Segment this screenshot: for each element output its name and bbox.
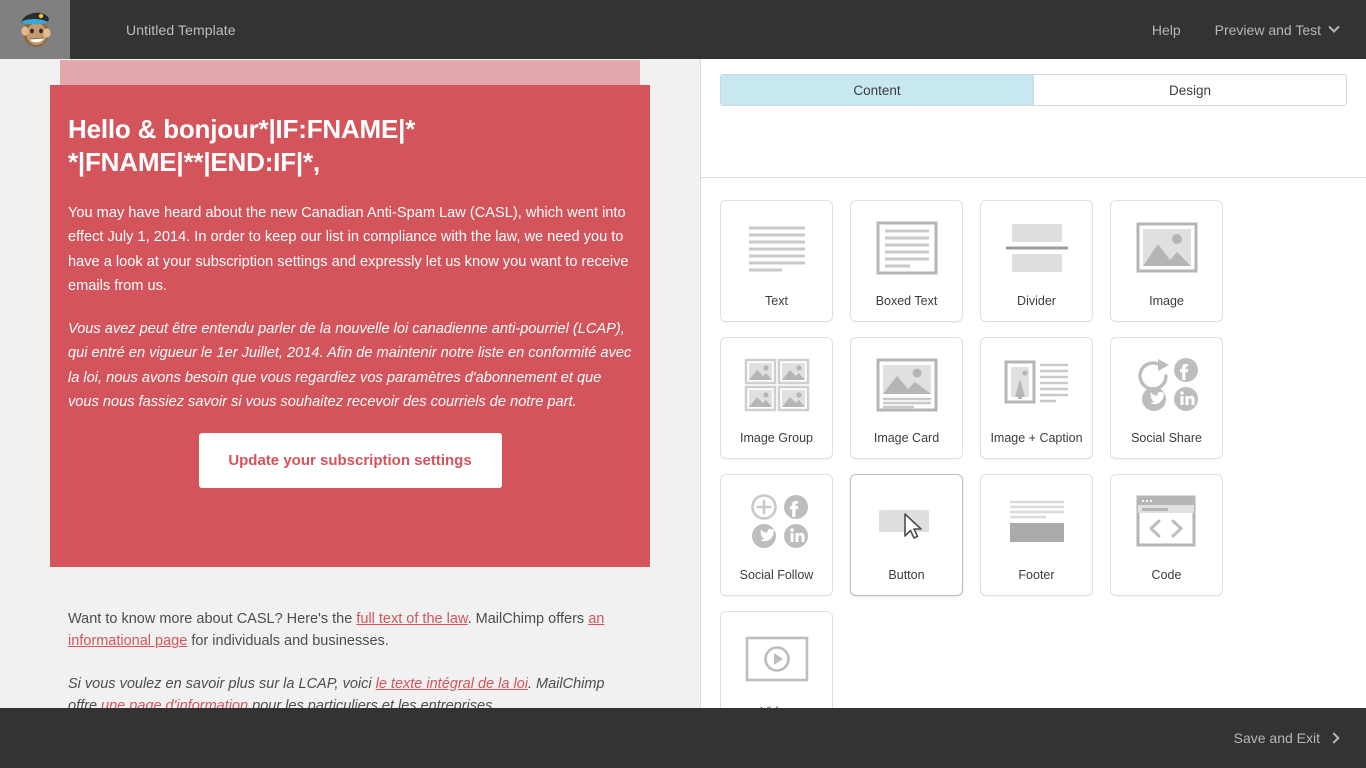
email-preview-canvas[interactable]: Hello & bonjour*|IF:FNAME|* *|FNAME|**|E… (0, 59, 700, 708)
content-block-label: Footer (1018, 567, 1055, 582)
update-subscription-button[interactable]: Update your subscription settings (198, 432, 502, 488)
video-block-icon (721, 612, 832, 706)
footnotes-block[interactable]: Want to know more about CASL? Here's the… (68, 608, 634, 708)
content-block-text[interactable]: Text (720, 200, 833, 322)
tab-content[interactable]: Content (721, 75, 1033, 105)
content-block-button[interactable]: Button (850, 474, 963, 596)
content-block-image[interactable]: Image (1110, 200, 1223, 322)
footnote-en-part1: Want to know more about CASL? Here's the (68, 611, 357, 627)
hero-text-block[interactable]: Hello & bonjour*|IF:FNAME|* *|FNAME|**|E… (50, 85, 650, 567)
chevron-right-icon (1328, 732, 1340, 744)
editor-side-panel: Content Design Text Boxed Text Divider I… (700, 59, 1366, 733)
email-paragraph-en: You may have heard about the new Canadia… (68, 204, 629, 295)
content-block-label: Image + Caption (990, 430, 1083, 445)
footnote-fr-part3: pour les particuliers et les entreprises… (248, 698, 497, 708)
image-block-icon (1111, 201, 1222, 295)
cta-wrapper: Update your subscription settings (68, 432, 632, 488)
content-block-divider[interactable]: Divider (980, 200, 1093, 322)
social-follow-block-icon (721, 475, 832, 569)
content-block-boxed-text[interactable]: Boxed Text (850, 200, 963, 322)
save-and-exit-label: Save and Exit (1233, 730, 1320, 746)
divider-block-icon (981, 201, 1092, 295)
social-share-block-icon (1111, 338, 1222, 432)
chevron-down-icon (1328, 21, 1340, 33)
page-information-link[interactable]: une page d'information (101, 698, 248, 708)
footnote-fr: Si vous voulez en savoir plus sur la LCA… (68, 673, 634, 708)
top-bar-actions: Help Preview and Test (1152, 21, 1366, 38)
preheader-block[interactable] (60, 60, 640, 85)
content-block-social-follow[interactable]: Social Follow (720, 474, 833, 596)
boxed-text-block-icon (851, 201, 962, 295)
mailchimp-freddie-logo-icon (15, 9, 55, 51)
template-title[interactable]: Untitled Template (126, 22, 236, 38)
content-block-label: Boxed Text (875, 293, 938, 308)
full-text-of-law-link[interactable]: full text of the law (356, 611, 467, 627)
footnote-en-part2: . MailChimp offers (467, 611, 589, 627)
footnote-fr-part1: Si vous voulez en savoir plus sur la LCA… (68, 675, 376, 692)
content-block-image-card[interactable]: Image Card (850, 337, 963, 459)
mailchimp-freddie-logo-button[interactable] (0, 0, 70, 59)
image-caption-block-icon (981, 338, 1092, 432)
content-block-image-group[interactable]: Image Group (720, 337, 833, 459)
image-card-block-icon (851, 338, 962, 432)
content-block-label: Social Follow (739, 567, 814, 582)
preview-and-test-menu[interactable]: Preview and Test (1214, 21, 1340, 38)
content-block-footer[interactable]: Footer (980, 474, 1093, 596)
preview-and-test-label: Preview and Test (1214, 21, 1321, 38)
content-block-label: Button (888, 567, 925, 582)
bottom-bar: Save and Exit (0, 708, 1366, 768)
footer-block-icon (981, 475, 1092, 569)
texte-integral-loi-link[interactable]: le texte intégral de la loi (376, 676, 528, 692)
content-block-image-caption[interactable]: Image + Caption (980, 337, 1093, 459)
code-block-icon (1111, 475, 1222, 569)
top-bar: Untitled Template Help Preview and Test (0, 0, 1366, 59)
content-block-label: Social Share (1131, 430, 1202, 445)
content-block-label: Image Group (740, 430, 813, 445)
content-block-label: Code (1151, 567, 1182, 582)
tab-design[interactable]: Design (1033, 75, 1346, 105)
content-block-label: Image Card (873, 430, 940, 445)
panel-divider (701, 177, 1366, 178)
save-and-exit-button[interactable]: Save and Exit (1233, 730, 1340, 746)
footnote-en: Want to know more about CASL? Here's the… (68, 608, 634, 653)
image-group-block-icon (721, 338, 832, 432)
help-label: Help (1151, 21, 1181, 38)
email-paragraph-fr: Vous avez peut être entendu parler de la… (68, 320, 632, 411)
email-heading: Hello & bonjour*|IF:FNAME|* *|FNAME|**|E… (68, 114, 416, 177)
text-block-icon (721, 201, 832, 295)
help-link[interactable]: Help (1152, 22, 1181, 38)
content-block-code[interactable]: Code (1110, 474, 1223, 596)
content-block-grid: Text Boxed Text Divider Image Image Grou… (720, 200, 1348, 733)
panel-tabs: Content Design (720, 74, 1347, 106)
content-block-label: Text (765, 293, 788, 308)
button-block-icon (851, 475, 962, 569)
content-block-label: Divider (1017, 293, 1056, 308)
footnote-en-part3: for individuals and businesses. (187, 633, 389, 650)
content-block-social-share[interactable]: Social Share (1110, 337, 1223, 459)
content-block-label: Image (1149, 293, 1184, 308)
